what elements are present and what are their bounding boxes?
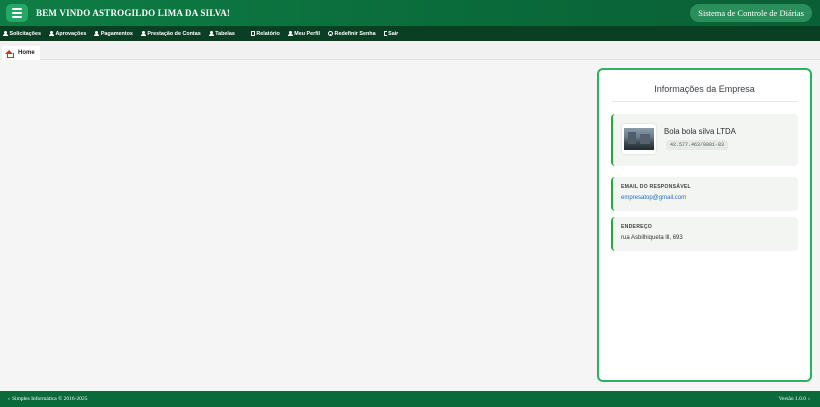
hamburger-menu-icon[interactable] bbox=[6, 4, 28, 22]
nav-item-sair[interactable]: Sair bbox=[383, 31, 398, 37]
user-icon bbox=[140, 31, 146, 36]
user-icon bbox=[287, 31, 293, 36]
document-icon bbox=[250, 31, 255, 36]
address-label: ENDEREÇO bbox=[621, 224, 653, 230]
user-icon bbox=[48, 31, 54, 36]
chevron-left-icon[interactable]: ‹ bbox=[8, 396, 10, 402]
top-bar: BEM VINDO ASTROGILDO LIMA DA SILVA! Sist… bbox=[0, 0, 820, 26]
chevron-right-icon[interactable]: › bbox=[808, 396, 810, 402]
footer-copyright: Simples Informática © 2016-2025 bbox=[12, 396, 88, 402]
nav-item-relatorio[interactable]: Relatório bbox=[250, 31, 280, 37]
card-divider bbox=[612, 101, 797, 102]
nav-item-tabelas[interactable]: Tabelas bbox=[208, 31, 235, 37]
footer: ‹ Simples Informática © 2016-2025 Versão … bbox=[0, 391, 820, 407]
card-title: Informações da Empresa bbox=[654, 84, 755, 94]
company-section: Bola bola silva LTDA 42.577.463/0001-83 bbox=[611, 114, 798, 166]
tab-home[interactable]: Home bbox=[2, 46, 40, 60]
nav-item-pagamentos[interactable]: Pagamentos bbox=[94, 31, 133, 37]
nav-item-aprovacoes[interactable]: Aprovações bbox=[48, 31, 86, 37]
company-name: Bola bola silva LTDA bbox=[664, 127, 736, 136]
key-icon bbox=[328, 31, 334, 36]
company-photo bbox=[624, 128, 654, 150]
company-logo bbox=[622, 124, 656, 154]
system-name-badge: Sistema de Controle de Diárias bbox=[690, 4, 812, 22]
exit-icon bbox=[383, 31, 387, 36]
nav-item-meu-perfil[interactable]: Meu Perfil bbox=[287, 31, 320, 37]
user-icon bbox=[208, 31, 214, 36]
user-icon bbox=[3, 31, 8, 36]
user-icon bbox=[94, 31, 100, 36]
tab-home-label: Home bbox=[18, 50, 35, 56]
address-value: rua Asbilhiqueta lll, 693 bbox=[621, 235, 683, 241]
nav-item-prestacao-de-contas[interactable]: Prestação de Contas bbox=[140, 31, 201, 37]
email-label: EMAIL DO RESPONSÁVEL bbox=[621, 184, 691, 190]
welcome-message: BEM VINDO ASTROGILDO LIMA DA SILVA! bbox=[36, 8, 231, 18]
nav-item-redefinir-senha[interactable]: Redefinir Senha bbox=[328, 31, 376, 37]
company-info-card: Informações da Empresa Bola bola silva L… bbox=[597, 68, 812, 382]
nav-item-solicitacoes[interactable]: Solicitações bbox=[3, 31, 41, 37]
footer-version: Versão 1.0.0 bbox=[778, 396, 806, 402]
main-nav: Solicitações Aprovações Pagamentos Prest… bbox=[0, 26, 820, 41]
address-section: ENDEREÇO rua Asbilhiqueta lll, 693 bbox=[611, 217, 798, 251]
company-cnpj: 42.577.463/0001-83 bbox=[666, 140, 729, 150]
email-link[interactable]: empresatop@gmail.com bbox=[621, 195, 686, 201]
tab-strip: Home bbox=[0, 41, 820, 60]
home-icon bbox=[5, 49, 14, 58]
email-section: EMAIL DO RESPONSÁVEL empresatop@gmail.co… bbox=[611, 177, 798, 211]
